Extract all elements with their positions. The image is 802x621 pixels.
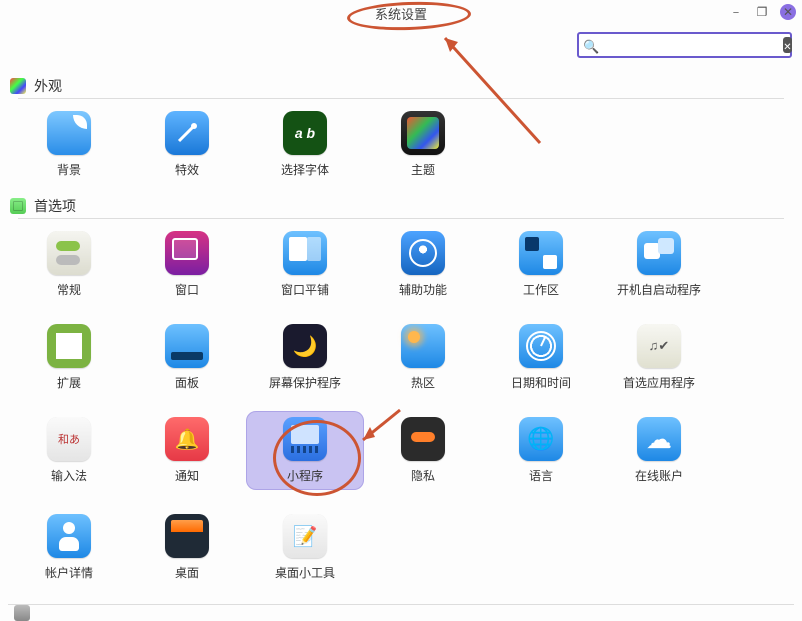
section-header-appearance: 外观 bbox=[10, 72, 792, 98]
extensions-icon bbox=[47, 324, 91, 368]
item-label: 隐私 bbox=[411, 467, 435, 484]
item-tiling[interactable]: 窗口平铺 bbox=[246, 225, 364, 300]
item-general[interactable]: 常规 bbox=[10, 225, 128, 300]
desklets-icon bbox=[283, 514, 327, 558]
fonts-icon: a b bbox=[283, 111, 327, 155]
item-desktop[interactable]: 桌面 bbox=[128, 508, 246, 583]
item-label: 首选应用程序 bbox=[623, 374, 695, 391]
item-inputmethod[interactable]: 输入法 bbox=[10, 411, 128, 490]
search-box[interactable]: 🔍 ✕ bbox=[577, 32, 792, 58]
privacy-icon bbox=[401, 417, 445, 461]
appearance-grid: 背景 特效 a b 选择字体 主题 bbox=[10, 99, 792, 180]
item-fonts[interactable]: a b 选择字体 bbox=[246, 105, 364, 180]
item-label: 通知 bbox=[175, 467, 199, 484]
close-button[interactable]: ✕ bbox=[780, 4, 796, 20]
item-applets[interactable]: 小程序 bbox=[246, 411, 364, 490]
item-label: 日期和时间 bbox=[511, 374, 571, 391]
workspaces-icon bbox=[519, 231, 563, 275]
search-icon: 🔍 bbox=[583, 36, 599, 55]
item-label: 屏幕保护程序 bbox=[269, 374, 341, 391]
section-title-appearance: 外观 bbox=[34, 76, 62, 96]
desktop-icon bbox=[165, 514, 209, 558]
item-label: 小程序 bbox=[287, 467, 323, 484]
window-title: 系统设置 bbox=[375, 4, 427, 23]
item-effects[interactable]: 特效 bbox=[128, 105, 246, 180]
item-windows[interactable]: 窗口 bbox=[128, 225, 246, 300]
item-defaultapps[interactable]: 首选应用程序 bbox=[600, 318, 718, 393]
item-label: 开机自启动程序 bbox=[617, 281, 701, 298]
defaultapps-icon bbox=[637, 324, 681, 368]
language-icon bbox=[519, 417, 563, 461]
notifications-icon bbox=[165, 417, 209, 461]
item-desklets[interactable]: 桌面小工具 bbox=[246, 508, 364, 583]
item-privacy[interactable]: 隐私 bbox=[364, 411, 482, 490]
accountdetails-icon bbox=[47, 514, 91, 558]
effects-icon bbox=[165, 111, 209, 155]
item-screensaver[interactable]: 屏幕保护程序 bbox=[246, 318, 364, 393]
startup-icon bbox=[637, 231, 681, 275]
item-label: 工作区 bbox=[523, 281, 559, 298]
section-appearance: 外观 背景 特效 a b 选择字体 主题 bbox=[0, 66, 802, 190]
item-onlineaccounts[interactable]: 在线账户 bbox=[600, 411, 718, 490]
window-controls: – ❐ ✕ bbox=[728, 4, 796, 20]
section-header-preferences: 首选项 bbox=[10, 192, 792, 218]
item-label: 输入法 bbox=[51, 467, 87, 484]
preferences-grid: 常规 窗口 窗口平铺 辅助功能 工作区 开机自启动程序 扩展 面板 bbox=[10, 219, 792, 583]
item-label: 热区 bbox=[411, 374, 435, 391]
hotcorners-icon bbox=[401, 324, 445, 368]
section-preferences: 首选项 常规 窗口 窗口平铺 辅助功能 工作区 开机自启动程序 扩 bbox=[0, 190, 802, 593]
item-label: 常规 bbox=[57, 281, 81, 298]
item-workspaces[interactable]: 工作区 bbox=[482, 225, 600, 300]
item-label: 面板 bbox=[175, 374, 199, 391]
item-panel[interactable]: 面板 bbox=[128, 318, 246, 393]
item-label: 语言 bbox=[529, 467, 553, 484]
section-title-preferences: 首选项 bbox=[34, 196, 76, 216]
item-startup[interactable]: 开机自启动程序 bbox=[600, 225, 718, 300]
item-label: 主题 bbox=[411, 161, 435, 178]
tiling-icon bbox=[283, 231, 327, 275]
onlineaccounts-icon bbox=[637, 417, 681, 461]
item-label: 窗口平铺 bbox=[281, 281, 329, 298]
item-label: 帐户详情 bbox=[45, 564, 93, 581]
appearance-section-icon bbox=[10, 78, 26, 94]
panel-icon bbox=[165, 324, 209, 368]
title-bar: 系统设置 – ❐ ✕ bbox=[0, 0, 802, 28]
item-accessibility[interactable]: 辅助功能 bbox=[364, 225, 482, 300]
item-label: 特效 bbox=[175, 161, 199, 178]
search-input[interactable] bbox=[603, 37, 783, 54]
item-label: 在线账户 bbox=[635, 467, 683, 484]
item-accountdetails[interactable]: 帐户详情 bbox=[10, 508, 128, 583]
item-notifications[interactable]: 通知 bbox=[128, 411, 246, 490]
item-label: 窗口 bbox=[175, 281, 199, 298]
item-label: 选择字体 bbox=[281, 161, 329, 178]
inputmethod-icon bbox=[47, 417, 91, 461]
accessibility-icon bbox=[401, 231, 445, 275]
themes-icon bbox=[401, 111, 445, 155]
general-icon bbox=[47, 231, 91, 275]
preferences-section-icon bbox=[10, 198, 26, 214]
item-datetime[interactable]: 日期和时间 bbox=[482, 318, 600, 393]
item-label: 桌面 bbox=[175, 564, 199, 581]
divider bbox=[8, 604, 794, 605]
item-language[interactable]: 语言 bbox=[482, 411, 600, 490]
maximize-button[interactable]: ❐ bbox=[754, 4, 770, 20]
item-background[interactable]: 背景 bbox=[10, 105, 128, 180]
screensaver-icon bbox=[283, 324, 327, 368]
item-hotcorners[interactable]: 热区 bbox=[364, 318, 482, 393]
item-label: 辅助功能 bbox=[399, 281, 447, 298]
item-label: 桌面小工具 bbox=[275, 564, 335, 581]
applets-icon bbox=[283, 417, 327, 461]
item-themes[interactable]: 主题 bbox=[364, 105, 482, 180]
item-extensions[interactable]: 扩展 bbox=[10, 318, 128, 393]
search-row: 🔍 ✕ bbox=[0, 28, 802, 66]
item-label: 背景 bbox=[57, 161, 81, 178]
datetime-icon bbox=[519, 324, 563, 368]
background-icon bbox=[47, 111, 91, 155]
item-label: 扩展 bbox=[57, 374, 81, 391]
windows-icon bbox=[165, 231, 209, 275]
minimize-button[interactable]: – bbox=[728, 4, 744, 20]
clear-search-icon[interactable]: ✕ bbox=[783, 37, 791, 53]
